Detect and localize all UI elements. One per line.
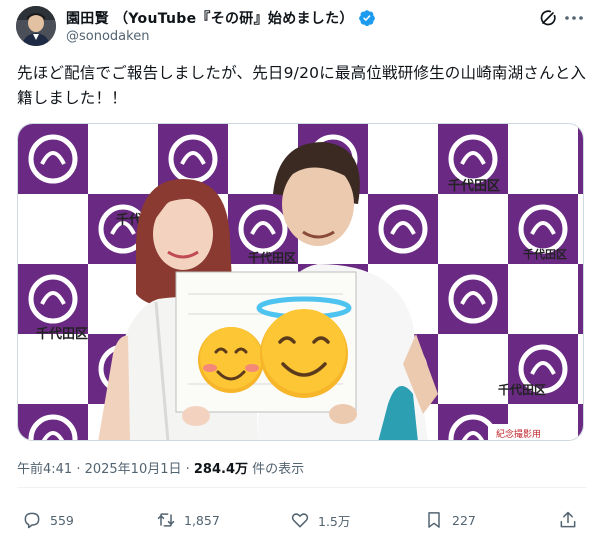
tweet-text: 先ほど配信でご報告しましたが、先日9/20に最高位戦研修生の山崎南湖さんと入籍し…	[17, 64, 587, 107]
sign-label: 千代田区	[248, 250, 296, 265]
like-button[interactable]: 1.5万	[290, 510, 350, 530]
author-display-name[interactable]: 園田賢 （YouTube『その研』始めました）	[66, 8, 354, 28]
divider	[17, 487, 587, 488]
bookmark-count: 227	[452, 512, 476, 528]
tweet-photo[interactable]: 千代田区 千代田区 千代田区 千代田区 千代田区 千代田区 紀念撮影用	[17, 123, 584, 441]
share-icon	[560, 511, 576, 528]
reply-count: 559	[50, 512, 74, 528]
view-count: 284.4万	[193, 462, 249, 477]
bookmark-button[interactable]: 227	[424, 510, 476, 530]
sign-label: 千代田区	[448, 178, 500, 194]
author-name-row: 園田賢 （YouTube『その研』始めました）	[66, 8, 376, 28]
sign-label: 千代田区	[523, 247, 567, 261]
board-label: 紀念撮影用	[496, 428, 541, 440]
sign-label: 千代田区	[498, 382, 546, 397]
avatar[interactable]	[16, 6, 56, 46]
verified-icon	[358, 10, 375, 27]
more-icon[interactable]	[562, 6, 586, 30]
reply-button[interactable]: 559	[22, 510, 74, 530]
repost-button[interactable]: 1,857	[156, 510, 220, 530]
grok-icon[interactable]	[538, 8, 558, 28]
like-icon	[291, 513, 309, 528]
repost-icon	[157, 513, 175, 527]
bookmark-icon	[428, 512, 440, 528]
like-count: 1.5万	[318, 513, 351, 529]
sign-label: 千代田区	[36, 326, 88, 342]
repost-count: 1,857	[184, 512, 220, 528]
timestamp[interactable]: 午前4:41 · 2025年10月1日 ·	[17, 462, 194, 477]
tweet-meta: 午前4:41 · 2025年10月1日 · 284.4万 件の表示	[17, 458, 304, 477]
share-button[interactable]	[558, 510, 586, 530]
author-handle[interactable]: @sonodaken	[66, 29, 149, 44]
view-suffix: 件の表示	[248, 462, 305, 477]
reply-icon	[24, 512, 40, 529]
